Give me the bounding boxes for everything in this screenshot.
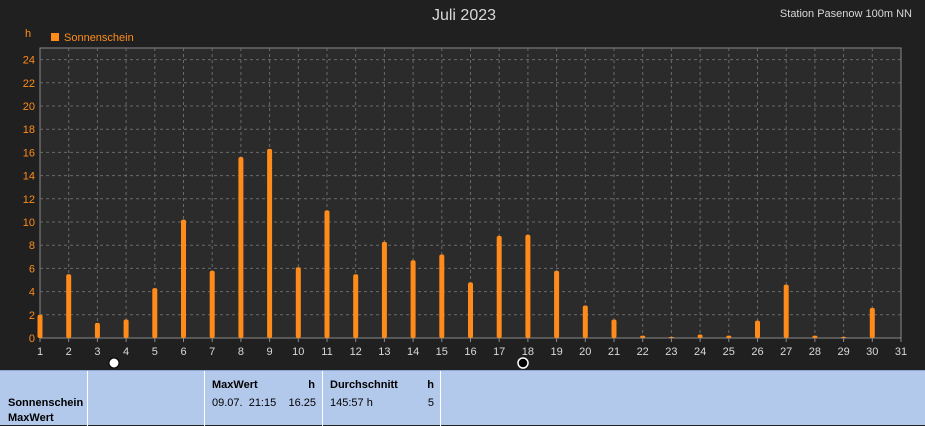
x-tick-label: 8 <box>238 346 244 358</box>
x-tick-label: 2 <box>66 346 72 358</box>
x-tick-label: 10 <box>292 346 304 358</box>
bar-day-12 <box>353 274 359 338</box>
avg-header: Durchschnitt <box>330 379 398 391</box>
x-tick-label: 14 <box>407 346 419 358</box>
x-tick-label: 16 <box>464 346 476 358</box>
bar-day-30 <box>869 307 875 338</box>
avg-unit: h <box>427 379 434 391</box>
y-tick-label: 4 <box>29 287 35 299</box>
bar-day-3 <box>94 322 100 338</box>
y-tick-label: 0 <box>29 333 35 345</box>
bar-day-14 <box>410 260 416 338</box>
y-axis-unit: h <box>25 28 31 40</box>
x-tick-label: 28 <box>809 346 821 358</box>
y-tick-label: 18 <box>23 124 35 136</box>
y-tick-label: 12 <box>23 194 35 206</box>
x-tick-label: 1 <box>37 346 43 358</box>
row-label-sonnenschein: Sonnenschein <box>8 397 84 409</box>
stats-empty-cell <box>88 371 205 426</box>
chart-area: 0 2 4 6 8 10 12 14 16 18 20 22 24 1 2 3 4 5 6 7 8 9 10 11 12 13 14… <box>0 0 925 370</box>
x-tick-label: 26 <box>751 346 763 358</box>
y-tick-label: 22 <box>23 78 35 90</box>
sunshine-chart: 0246810121416182022241 2 3 4 5 6 7 8 9 10 11 12 13 14… <box>23 7 912 369</box>
stats-panel: Sonnenschein MaxWert MaxWert h 09.07. 21… <box>0 370 925 426</box>
bar-day-19 <box>554 270 560 338</box>
bar-day-26 <box>755 320 760 338</box>
y-tick-label: 16 <box>23 147 35 159</box>
x-tick-label: 11 <box>321 346 332 358</box>
x-tick-label: 3 <box>94 346 100 358</box>
x-tick-label: 18 <box>522 346 534 358</box>
moon-icon-full <box>108 357 120 369</box>
x-tick-label: 9 <box>267 346 273 358</box>
bar-day-23 <box>668 336 674 338</box>
max-value: 16.25 <box>288 397 316 409</box>
bar-day-21 <box>611 319 617 338</box>
bar-day-24 <box>697 334 703 338</box>
bar-day-17 <box>496 235 502 338</box>
x-tick-label: 17 <box>493 346 505 358</box>
bar-day-22 <box>640 335 646 338</box>
x-tick-label: 23 <box>665 346 677 358</box>
x-tick-label: 19 <box>550 346 562 358</box>
y-tick-label: 2 <box>29 310 35 322</box>
legend-label: Sonnenschein <box>64 32 134 44</box>
max-time: 09.07. 21:15 <box>212 397 277 409</box>
row-label-maxwert: MaxWert <box>8 412 54 424</box>
bar-day-11 <box>324 210 330 338</box>
x-tick-label: 5 <box>152 346 158 358</box>
bar-day-9 <box>267 148 273 338</box>
moon-icon-new <box>517 357 529 369</box>
y-tick-label: 14 <box>23 171 35 183</box>
stats-max-cell: MaxWert h 09.07. 21:15 16.25 <box>205 371 323 426</box>
bar-day-15 <box>439 254 445 338</box>
bar-day-7 <box>209 270 215 338</box>
y-tick-label: 8 <box>29 240 35 252</box>
bar-day-10 <box>295 267 301 338</box>
x-tick-label: 4 <box>123 346 129 358</box>
y-tick-label: 24 <box>23 55 35 67</box>
bar-day-20 <box>582 305 588 338</box>
max-header: MaxWert <box>212 379 258 391</box>
chart-title: Juli 2023 <box>432 7 496 24</box>
bar-day-8 <box>238 157 244 338</box>
stats-row-labels: Sonnenschein MaxWert <box>0 371 88 426</box>
bar-day-18 <box>525 234 531 338</box>
bar-day-2 <box>66 274 72 338</box>
bar-day-13 <box>381 241 387 338</box>
y-tick-label: 6 <box>29 263 35 275</box>
x-tick-label: 27 <box>780 346 792 358</box>
x-tick-label: 29 <box>837 346 849 358</box>
bar-day-27 <box>783 284 789 338</box>
x-tick-label: 31 <box>895 346 907 358</box>
station-label: Station Pasenow 100m NN <box>780 8 912 20</box>
stats-avg-cell: Durchschnitt h 145:57 h 5 <box>323 371 441 426</box>
y-tick-label: 10 <box>23 217 35 229</box>
x-tick-label: 6 <box>180 346 186 358</box>
x-tick-label: 21 <box>608 346 620 358</box>
bar-day-5 <box>152 288 158 338</box>
bar-day-16 <box>468 282 473 338</box>
bar-day-29 <box>841 336 847 338</box>
x-tick-label: 15 <box>436 346 448 358</box>
bar-day-6 <box>181 219 186 338</box>
x-tick-label: 22 <box>637 346 649 358</box>
x-tick-label: 24 <box>694 346 706 358</box>
x-tick-label: 12 <box>350 346 362 358</box>
y-tick-label: 20 <box>23 101 35 113</box>
avg-count: 5 <box>427 397 434 409</box>
bar-day-28 <box>812 335 818 338</box>
avg-value: 145:57 h <box>330 397 373 409</box>
legend-swatch <box>51 33 59 41</box>
x-tick-label: 13 <box>378 346 390 358</box>
bar-day-4 <box>123 319 129 338</box>
x-tick-label: 7 <box>209 346 215 358</box>
bar-day-1 <box>37 314 43 338</box>
x-tick-label: 30 <box>866 346 878 358</box>
bar-day-25 <box>726 335 732 338</box>
x-tick-label: 20 <box>579 346 591 358</box>
max-unit: h <box>308 379 315 391</box>
x-tick-label: 25 <box>723 346 735 358</box>
